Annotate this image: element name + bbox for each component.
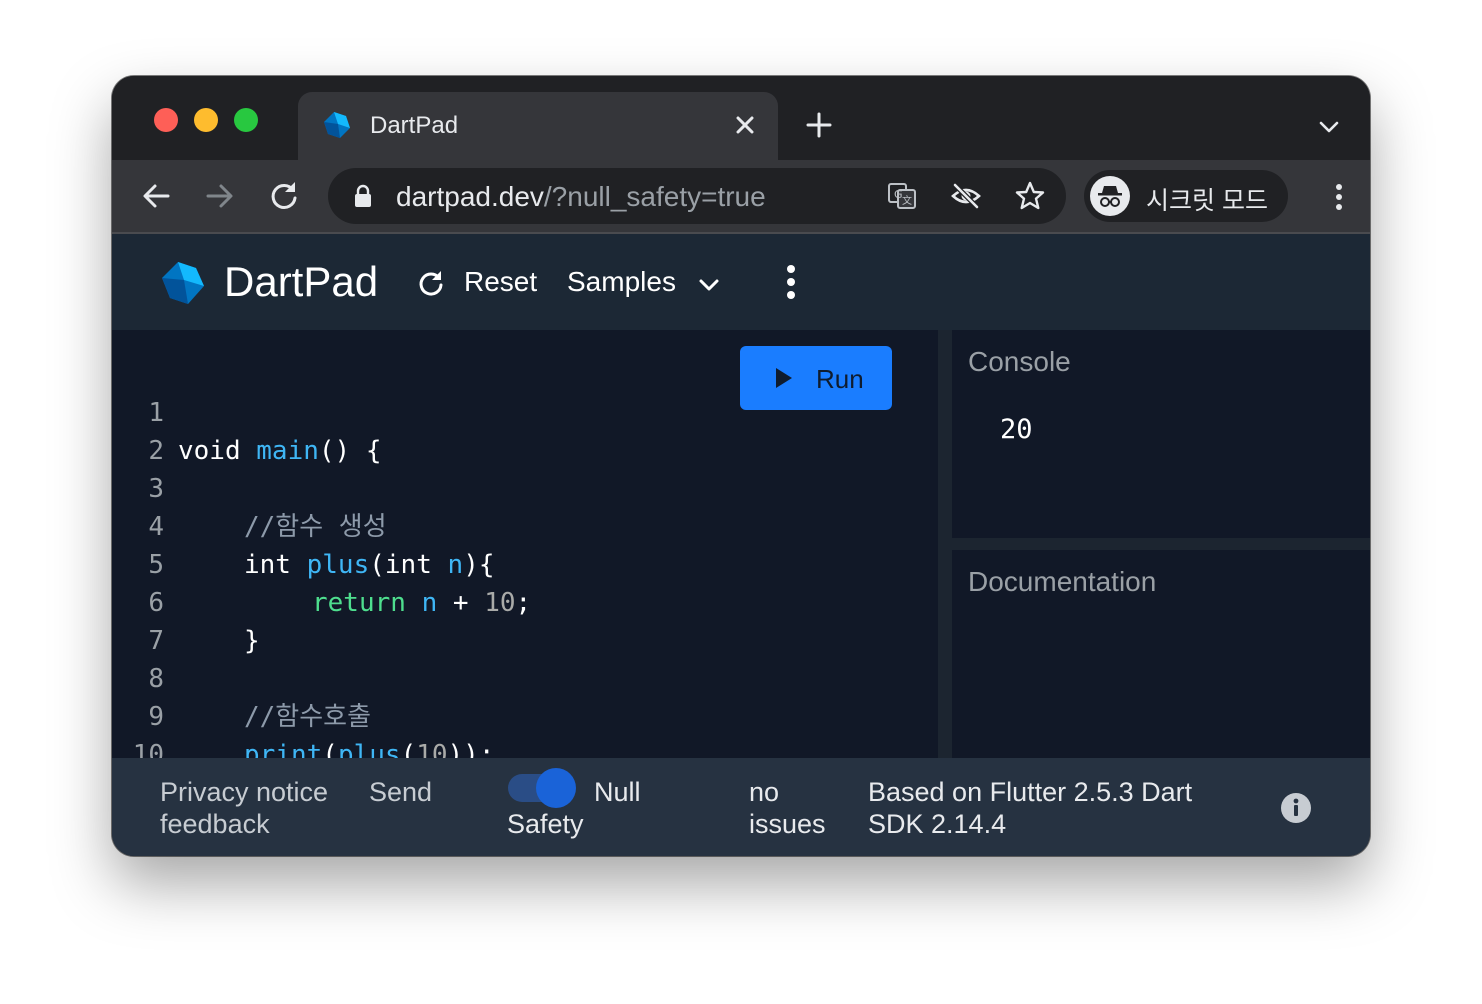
privacy-notice-link[interactable]: Privacy notice (160, 776, 328, 808)
samples-button[interactable]: Samples (567, 266, 676, 298)
run-button-label: Run (816, 364, 864, 394)
url-text[interactable]: dartpad.dev/?null_safety=true (396, 181, 766, 213)
run-button[interactable]: Run (740, 346, 892, 410)
console-title: Console (968, 346, 1071, 377)
code-line: 9 print(plus(10)); (112, 660, 494, 770)
tab-search-chevron-icon[interactable] (1316, 114, 1342, 140)
reload-icon[interactable] (266, 178, 302, 214)
code-text: (int (369, 550, 448, 580)
app-title: DartPad (224, 258, 379, 305)
profile-label: 시크릿 모드 (1146, 187, 1268, 215)
tab-title: DartPad (370, 112, 459, 139)
number-literal: 10 (484, 588, 516, 618)
code-line: 6 } (112, 546, 259, 656)
url-path: /?null_safety=true (543, 181, 766, 212)
keyword: int (244, 550, 307, 580)
info-icon[interactable] (1280, 792, 1312, 824)
function-name: plus (306, 550, 370, 580)
code-editor[interactable]: 1 void main() { 2 3 //함수 생성 4 int plus(i… (112, 330, 938, 808)
send-feedback-link[interactable]: feedback (160, 808, 270, 840)
code-text: () { (318, 436, 382, 466)
new-tab-icon[interactable] (804, 110, 834, 140)
back-icon[interactable] (138, 178, 174, 214)
dart-favicon-icon (324, 112, 350, 138)
chevron-down-icon[interactable] (696, 272, 722, 298)
tab-strip: DartPad (112, 76, 1370, 160)
code-line: 5 return n + 10; (112, 508, 531, 618)
code-line: 10 } (112, 698, 206, 808)
more-options-icon[interactable] (786, 264, 796, 300)
horizontal-splitter[interactable] (952, 538, 1370, 550)
issues-label[interactable]: no (749, 776, 779, 808)
function-name: main (256, 436, 319, 466)
code-text: } (244, 626, 260, 656)
tracking-blocked-eye-icon[interactable] (950, 180, 982, 212)
null-safety-label-2: Safety (507, 809, 584, 839)
issues-label-2[interactable]: issues (749, 808, 826, 840)
maximize-window-button[interactable] (234, 108, 258, 132)
address-bar[interactable]: dartpad.dev/?null_safety=true G 文 (328, 168, 1066, 224)
reset-button[interactable]: Reset (464, 266, 537, 298)
code-line: 7 (112, 584, 206, 656)
code-text: ){ (463, 550, 495, 580)
incognito-icon (1098, 186, 1122, 207)
close-window-button[interactable] (154, 108, 178, 132)
send-feedback-label[interactable]: Send (369, 776, 432, 808)
return-keyword: return (312, 588, 422, 618)
code-text: ; (515, 588, 532, 618)
documentation-panel: Documentation (952, 550, 1370, 758)
console-panel: Console 20 (952, 330, 1370, 538)
code-line: 3 //함수 생성 (112, 432, 386, 542)
documentation-title: Documentation (968, 566, 1157, 597)
operator: + (437, 588, 485, 618)
minimize-window-button[interactable] (194, 108, 218, 132)
browser-window: DartPad dartpad.dev/?null_safety=true G … (112, 76, 1370, 856)
version-info-2: SDK 2.14.4 (868, 809, 1007, 839)
incognito-profile-button[interactable]: 시크릿 모드 (1084, 170, 1288, 222)
null-safety-toggle-knob[interactable] (536, 768, 576, 808)
version-info: Based on Flutter 2.5.3 Dart (868, 777, 1193, 807)
close-tab-icon[interactable] (730, 110, 760, 140)
code-line: 2 (112, 394, 206, 466)
forward-icon[interactable] (202, 178, 238, 214)
dartpad-header: DartPad Reset Samples (112, 234, 1370, 330)
code-comment: //함수호출 (244, 702, 371, 732)
footer-bar: Privacy notice feedback Send Null Safety… (112, 758, 1370, 856)
tab-dartpad[interactable]: DartPad (298, 92, 778, 160)
null-safety-label: Null (594, 777, 641, 807)
dart-logo-icon (162, 262, 204, 304)
parameter: n (421, 588, 438, 618)
code-line: 8 //함수호출 (112, 622, 371, 732)
lock-icon[interactable] (354, 184, 372, 208)
reset-icon[interactable] (416, 268, 446, 298)
vertical-splitter[interactable] (938, 330, 952, 758)
svg-text:文: 文 (902, 194, 912, 207)
parameter: n (447, 550, 464, 580)
code-line: 4 int plus(int n){ (112, 470, 494, 580)
bookmark-star-icon[interactable] (1014, 180, 1046, 212)
translate-icon[interactable]: G 文 (886, 180, 918, 212)
code-comment: //함수 생성 (244, 512, 387, 542)
console-output: 20 (1000, 414, 1033, 445)
incognito-avatar (1090, 176, 1130, 216)
play-icon (776, 368, 792, 388)
url-host: dartpad.dev (396, 181, 544, 212)
code-line: 1 void main() { (112, 356, 381, 466)
browser-toolbar: dartpad.dev/?null_safety=true G 文 시크릿 모드 (112, 160, 1370, 232)
browser-menu-icon[interactable] (1334, 182, 1344, 212)
